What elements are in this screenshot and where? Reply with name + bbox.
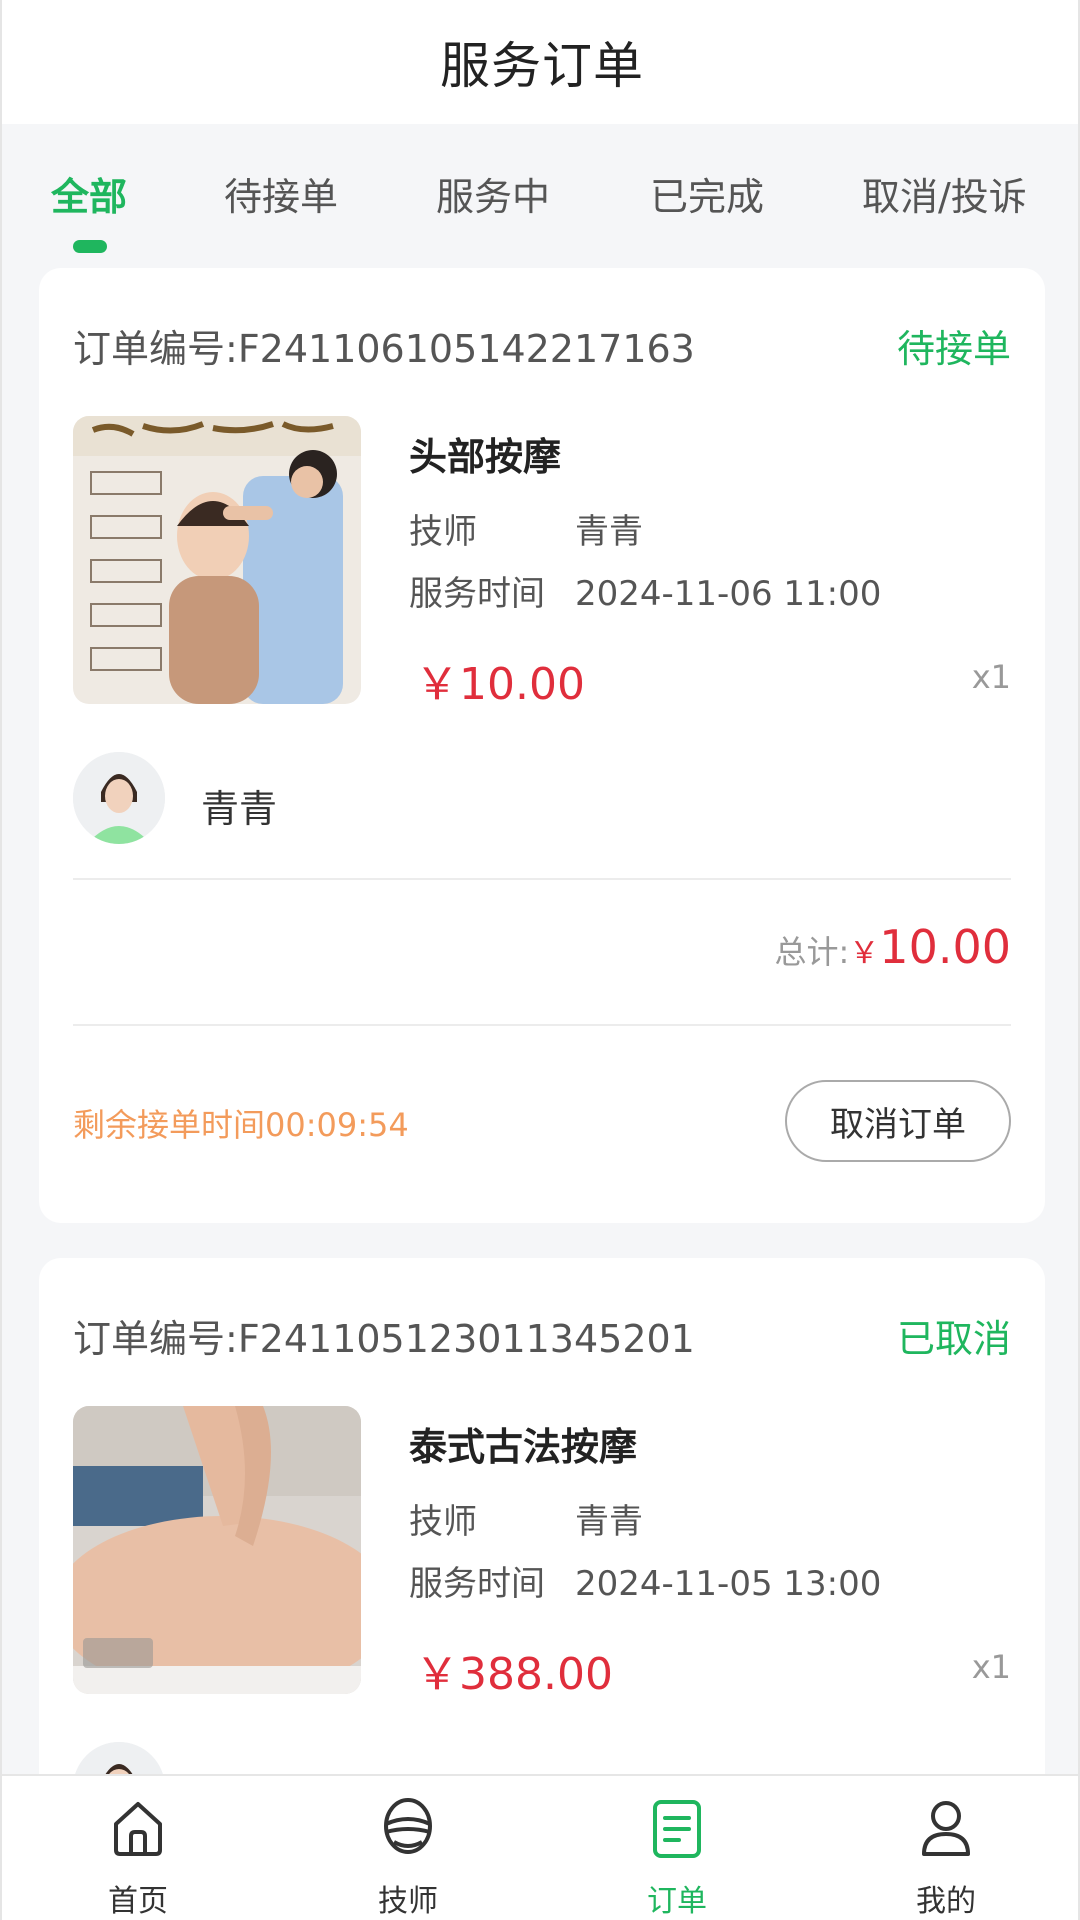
order-number: 订单编号:F241106105142217163 [73,318,695,373]
service-photo-thai-massage [73,1406,361,1694]
technician-name: 青青 [201,787,278,831]
technician-avatar[interactable] [73,752,165,844]
order-total: 总计:￥10.00 [775,920,1012,974]
tab-pending[interactable]: 待接单 [224,166,338,221]
divider [73,1024,1011,1026]
service-time-value: 2024-11-06 11:00 [575,574,882,614]
service-time-row: 服务时间 2024-11-06 11:00 [409,566,881,615]
nav-profile-label: 我的 [916,1884,976,1919]
divider [73,878,1011,880]
service-photo-head-massage [73,416,361,704]
service-image[interactable] [73,1406,361,1694]
tab-completed[interactable]: 已完成 [650,166,764,221]
technician-label: 技师 [409,512,477,552]
header-bar: 服务订单 [2,0,1078,124]
total-amount: 10.00 [879,920,1011,974]
technician-icon [384,1798,432,1854]
technician-value: 青青 [575,1502,643,1542]
order-status: 待接单 [896,327,1011,371]
service-name: 泰式古法按摩 [409,1425,638,1469]
technician-row: 技师 青青 [409,504,643,553]
order-number-label: 订单编号: [73,327,238,371]
order-number: 订单编号:F241105123011345201 [73,1308,695,1363]
page-title: 服务订单 [440,37,644,95]
service-price: ￥10.00 [415,659,585,710]
service-price: ￥388.00 [415,1649,613,1700]
tab-in-service[interactable]: 服务中 [436,166,550,221]
tab-bar: 全部 待接单 服务中 已完成 取消/投诉 [2,124,1078,258]
service-quantity: x1 [971,658,1011,696]
nav-technician-label: 技师 [378,1884,438,1919]
tab-all[interactable]: 全部 [51,166,127,221]
technician-label: 技师 [409,1502,477,1542]
bottom-navigation: 首页 技师 订单 我的 [2,1774,1078,1920]
service-time-value: 2024-11-05 13:00 [575,1564,882,1604]
technician-row: 技师 青青 [409,1494,643,1543]
order-number-value: F241106105142217163 [237,327,695,371]
cancel-order-button[interactable]: 取消订单 [785,1080,1011,1162]
service-name: 头部按摩 [409,435,562,479]
service-time-label: 服务时间 [409,1564,545,1604]
profile-icon [922,1801,970,1856]
order-number-value: F241105123011345201 [237,1317,695,1361]
nav-technician[interactable]: 技师 [338,1776,478,1920]
total-label: 总计: [774,933,850,971]
page: 服务订单 全部 待接单 服务中 已完成 取消/投诉 订单编号:F24110610… [0,0,1080,1920]
service-image[interactable] [73,416,361,704]
order-status: 已取消 [896,1317,1011,1361]
service-quantity: x1 [971,1648,1011,1686]
technician-value: 青青 [575,512,643,552]
nav-home-label: 首页 [108,1884,168,1919]
order-icon [653,1800,701,1858]
service-time-label: 服务时间 [409,574,545,614]
order-number-label: 订单编号: [73,1317,238,1361]
active-tab-indicator [73,240,107,253]
avatar-image [73,752,165,844]
nav-orders[interactable]: 订单 [607,1776,747,1920]
service-time-row: 服务时间 2024-11-05 13:00 [409,1556,881,1605]
nav-profile[interactable]: 我的 [876,1776,1016,1920]
accept-countdown: 剩余接单时间00:09:54 [73,1106,409,1144]
order-card[interactable]: 订单编号:F241106105142217163 待接单 头部按摩 技师 青青 … [39,268,1045,1223]
nav-orders-label: 订单 [647,1884,707,1919]
total-currency: ￥ [849,936,880,971]
tab-cancel-complaint[interactable]: 取消/投诉 [862,166,1027,221]
home-icon [114,1802,162,1856]
nav-home[interactable]: 首页 [68,1776,208,1920]
